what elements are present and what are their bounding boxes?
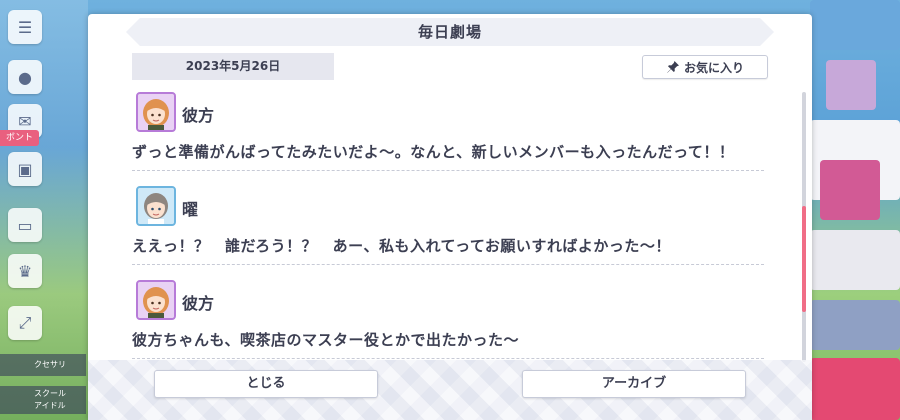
avatar bbox=[136, 186, 176, 226]
divider bbox=[132, 264, 764, 265]
character-portrait-icon bbox=[138, 188, 174, 224]
background-right-panel bbox=[808, 0, 900, 420]
side-label-school-idol: スクール アイドル bbox=[0, 386, 86, 414]
message-text: ずっと準備がんばってたみたいだよ〜。なんと、新しいメンバーも入ったんだって！！ bbox=[132, 143, 735, 161]
character-portrait-icon bbox=[138, 282, 174, 318]
gift-icon: ▣ bbox=[8, 152, 42, 186]
scrollbar-track[interactable] bbox=[802, 92, 806, 362]
message-text: ええっ！？ 誰だろう！？ あー、私も入れてってお願いすればよかった〜！ bbox=[132, 237, 671, 255]
message-list[interactable]: 彼方 ずっと準備がんばってたみたいだよ〜。なんと、新しいメンバーも入ったんだって… bbox=[132, 92, 766, 374]
archive-button[interactable]: アーカイブ bbox=[522, 370, 746, 398]
side-label-accessory: クセサリ bbox=[0, 354, 86, 376]
menu-icon: ☰ bbox=[8, 10, 42, 44]
close-button[interactable]: とじる bbox=[154, 370, 378, 398]
favorite-button[interactable]: お気に入り bbox=[642, 55, 768, 79]
avatar bbox=[136, 280, 176, 320]
side-tag: ボント bbox=[0, 130, 40, 146]
date-label: 2023年5月26日 bbox=[132, 53, 334, 80]
info-icon: ● bbox=[8, 60, 42, 94]
expand-icon: ⤢ bbox=[8, 306, 42, 340]
screen-icon: ▭ bbox=[8, 208, 42, 242]
speaker-name: 彼方 bbox=[182, 294, 215, 313]
message-text: 彼方ちゃんも、喫茶店のマスター役とかで出たかった〜 bbox=[132, 331, 520, 349]
divider bbox=[132, 170, 764, 171]
divider bbox=[132, 358, 764, 359]
pin-icon bbox=[667, 61, 679, 73]
speaker-name: 曜 bbox=[182, 200, 199, 219]
character-portrait-icon bbox=[138, 94, 174, 130]
favorite-label: お気に入り bbox=[683, 60, 744, 75]
dialog-title: 毎日劇場 bbox=[417, 23, 482, 41]
trophy-icon: ♛ bbox=[8, 254, 42, 288]
scrollbar-thumb[interactable] bbox=[802, 206, 806, 312]
speaker-name: 彼方 bbox=[182, 106, 215, 125]
background-left-panel: ☰ ● ✉ ボント ▣ ▭ ♛ ⤢ クセサリ スクール アイドル bbox=[0, 0, 88, 420]
avatar bbox=[136, 92, 176, 132]
daily-theater-dialog: 毎日劇場 2023年5月26日 お気に入り 彼方 ずっと準備がんばってたみたいだ… bbox=[88, 14, 812, 420]
